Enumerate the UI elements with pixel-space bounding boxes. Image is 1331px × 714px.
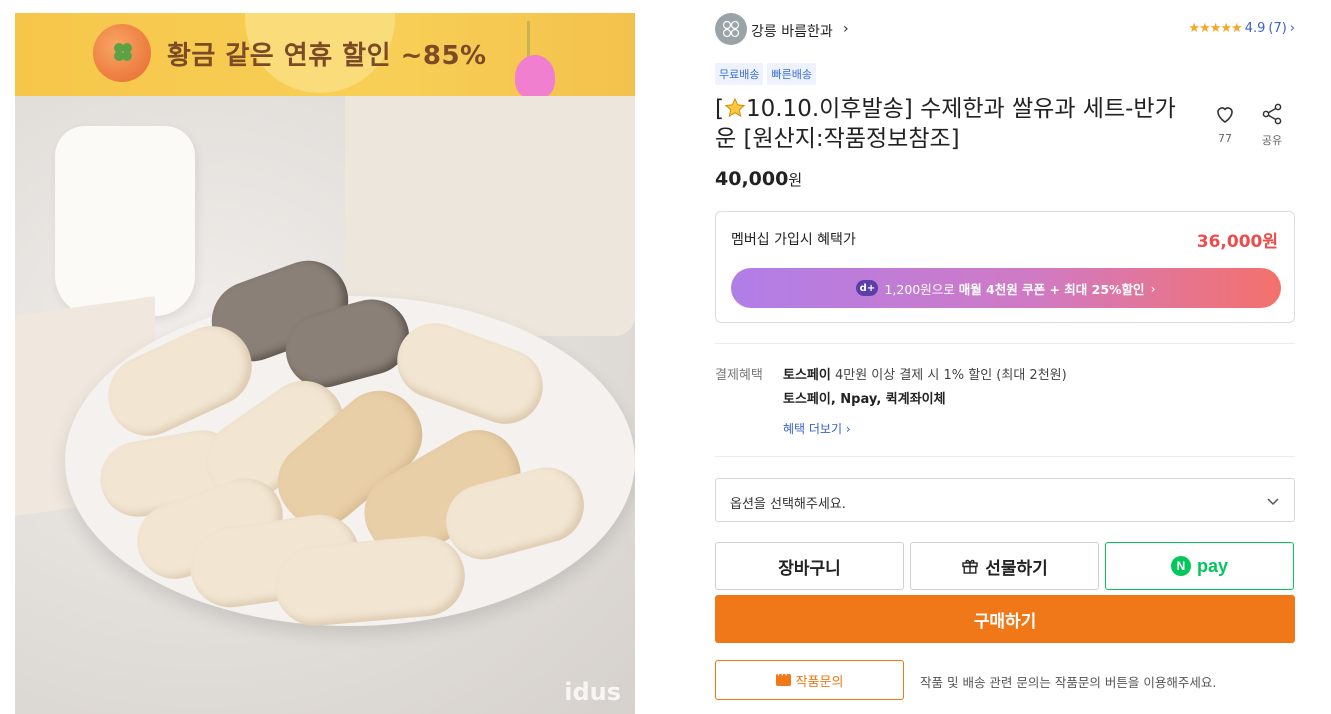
like-count: 77 (1218, 132, 1232, 145)
rating-score: 4.9 (1244, 21, 1266, 36)
product-photo: idus (15, 96, 635, 714)
share-label: 공유 (1261, 134, 1283, 147)
chevron-down-icon (1267, 498, 1279, 506)
membership-signup-button[interactable]: d+ 1,200원으로 매월 4천원 쿠폰 + 최대 25%할인 › (731, 268, 1281, 308)
buy-button[interactable]: 구매하기 (715, 595, 1295, 643)
gift-icon (962, 559, 978, 574)
payment-methods: 토스페이, Npay, 퀵계좌이체 (783, 392, 946, 407)
option-select[interactable]: 옵션을 선택해주세요. (715, 478, 1295, 522)
payment-benefit-line1: 토스페이 4만원 이상 결제 시 1% 할인 (최대 2천원) (783, 364, 1067, 383)
payment-benefit-label: 결제혜택 (715, 368, 763, 383)
npay-label: pay (1196, 555, 1229, 576)
product-info-panel: 강릉 바름한과 › ★★★★★ 4.9 (7) › 무료배송 빠른배송 [10.… (715, 0, 1295, 714)
cart-button[interactable]: 장바구니 (715, 542, 904, 590)
chevron-right-icon: › (843, 21, 849, 37)
chevron-right-icon: › (1289, 21, 1295, 36)
divider (715, 456, 1295, 457)
more-benefits-link[interactable]: 혜택 더보기 › (783, 420, 851, 437)
membership-box: 멤버십 가입시 혜택가 36,000원 d+ 1,200원으로 매월 4천원 쿠… (715, 211, 1295, 323)
npay-button[interactable]: N pay (1105, 542, 1294, 590)
pill-text: 1,200원으로 (884, 281, 959, 297)
naver-n-icon: N (1170, 556, 1191, 576)
shop-logo-icon (722, 20, 740, 38)
title-text: 10.10.이후발송] 수제한과 쌀유과 세트-반가운 [원산지:작품정보참조] (715, 96, 1176, 152)
toss-pay-detail: 4만원 이상 결제 시 1% 할인 (최대 2천원) (830, 368, 1067, 383)
rating-link[interactable]: ★★★★★ 4.9 (7) › (1188, 21, 1295, 36)
product-title: [10.10.이후발송] 수제한과 쌀유과 세트-반가운 [원산지:작품정보참조… (715, 94, 1185, 154)
share-icon (1262, 103, 1282, 125)
product-price: 40,000원 (715, 168, 802, 190)
inquiry-note: 작품 및 배송 관련 문의는 작품문의 버튼을 이용해주세요. (920, 675, 1217, 690)
price-value: 40,000 (715, 168, 789, 190)
product-image[interactable]: 황금 같은 연휴 할인 ~85% idus (15, 13, 635, 714)
banner-stalk-decoration (527, 21, 530, 59)
clover-icon (114, 43, 132, 61)
toss-pay-name: 토스페이 (783, 368, 831, 383)
rating-stars-icon: ★★★★★ (1188, 21, 1242, 36)
star-emoji-icon (724, 97, 746, 118)
brand-watermark: idus (564, 678, 621, 706)
shop-row: 강릉 바름한과 › ★★★★★ 4.9 (7) › (715, 13, 1295, 45)
promo-banner: 황금 같은 연휴 할인 ~85% (15, 13, 635, 99)
like-button[interactable]: 77 (1205, 102, 1245, 145)
chat-icon (775, 668, 791, 686)
shipping-tags: 무료배송 빠른배송 (715, 63, 816, 85)
membership-price: 36,000원 (1196, 232, 1278, 252)
gift-button-label: 선물하기 (985, 558, 1048, 578)
option-placeholder: 옵션을 선택해주세요. (730, 497, 846, 512)
share-button[interactable]: 공유 (1252, 102, 1292, 148)
dplus-icon: d+ (856, 280, 879, 296)
membership-label: 멤버십 가입시 혜택가 (731, 232, 856, 248)
inquiry-button[interactable]: 작품문의 (715, 660, 904, 700)
shop-name-link[interactable]: 강릉 바름한과 (751, 21, 833, 41)
chevron-right-icon: › (1150, 280, 1156, 296)
heart-icon (1217, 107, 1233, 123)
free-shipping-tag: 무료배송 (715, 63, 764, 85)
shop-avatar[interactable] (715, 13, 747, 45)
banner-vase-decoration (515, 55, 555, 99)
pill-bold-text: 매월 4천원 쿠폰 + 최대 25%할인 (958, 281, 1145, 297)
title-bracket: [ (715, 96, 724, 122)
banner-text: 황금 같은 연휴 할인 ~85% (167, 41, 487, 71)
inquiry-button-label: 작품문의 (795, 674, 844, 690)
gift-button[interactable]: 선물하기 (910, 542, 1099, 590)
price-unit: 원 (788, 171, 803, 189)
divider (715, 343, 1295, 344)
fast-shipping-tag: 빠른배송 (767, 63, 816, 85)
milk-jug (55, 126, 195, 316)
rating-count: (7) (1268, 21, 1287, 36)
